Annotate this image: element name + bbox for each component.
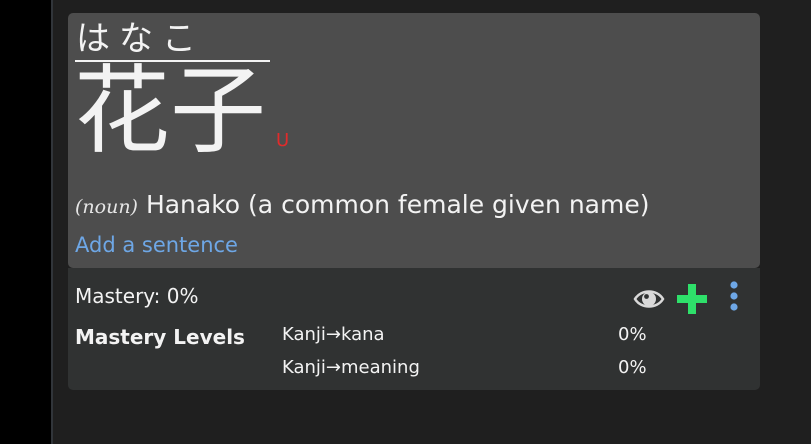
level-percent-kanji-kana: 0% [618, 324, 647, 345]
common-tag: U [276, 130, 290, 151]
definition: (noun) Hanako (a common female given nam… [75, 188, 649, 224]
add-sentence-link[interactable]: Add a sentence [75, 232, 238, 258]
vocab-card: はなこ 花子 U (noun) Hanako (a common female … [68, 13, 760, 268]
left-rail [0, 0, 51, 444]
mastery-levels-label: Mastery Levels [75, 325, 245, 349]
level-name-kanji-kana: Kanji→kana [282, 324, 385, 345]
meaning-text: Hanako (a common female given name) [145, 190, 650, 219]
level-name-kanji-meaning: Kanji→meaning [282, 357, 420, 378]
eye-icon[interactable] [633, 285, 665, 313]
left-rail-border [51, 0, 53, 444]
plus-icon[interactable] [676, 282, 708, 316]
level-percent-kanji-meaning: 0% [618, 357, 647, 378]
mastery-panel: Mastery: 0% Mastery Levels Kanji→kana 0%… [68, 268, 760, 390]
mastery-summary: Mastery: 0% [75, 284, 199, 308]
kanji-word: 花子 [74, 55, 266, 167]
part-of-speech: (noun) [75, 196, 138, 218]
vertical-dots-icon[interactable] [726, 281, 742, 313]
